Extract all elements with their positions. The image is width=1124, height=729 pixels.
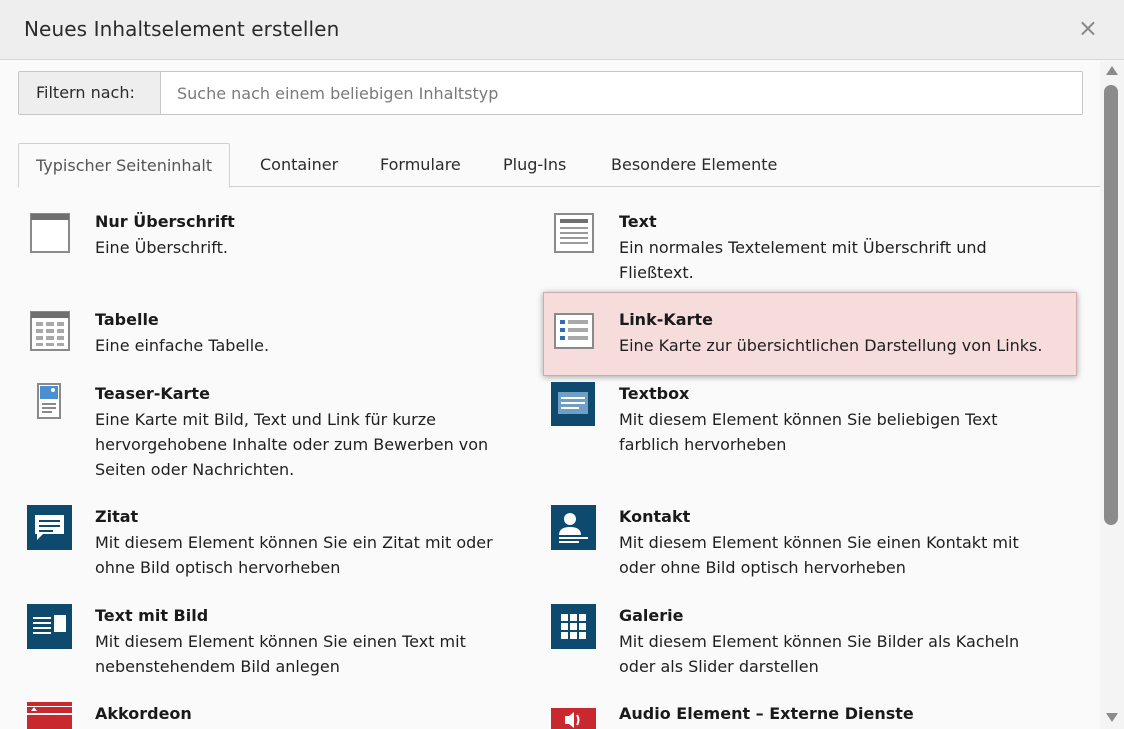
- tab-forms[interactable]: Formulare: [380, 143, 461, 187]
- content-type-quote[interactable]: Zitat Mit diesem Element können Sie ein …: [27, 505, 527, 585]
- content-type-teaser-card[interactable]: Teaser-Karte Eine Karte mit Bild, Text u…: [27, 382, 527, 482]
- item-description: Mit diesem Element können Sie ein Zitat …: [95, 533, 493, 577]
- teaser-card-icon: [37, 383, 61, 419]
- tab-container[interactable]: Container: [260, 143, 338, 187]
- content-type-header[interactable]: Nur Überschrift Eine Überschrift.: [27, 210, 527, 290]
- item-title: Nur Überschrift: [95, 212, 235, 231]
- modal-body: Filtern nach: Typischer Seiteninhalt Con…: [0, 61, 1100, 729]
- item-title: Teaser-Karte: [95, 384, 210, 403]
- content-type-contact[interactable]: Kontakt Mit diesem Element können Sie ei…: [551, 505, 1051, 585]
- table-icon: [30, 311, 70, 351]
- item-description: Eine einfache Tabelle.: [95, 336, 270, 355]
- item-title: Text: [619, 212, 657, 231]
- header-icon: [30, 213, 70, 253]
- text-icon: [554, 213, 594, 253]
- contact-icon: [551, 505, 596, 550]
- tab-plugins[interactable]: Plug-Ins: [503, 143, 566, 187]
- textbox-icon: [551, 382, 595, 426]
- item-description: Mit diesem Element können Sie einen Text…: [95, 632, 466, 676]
- accordion-icon: [27, 702, 72, 729]
- tab-typical-content[interactable]: Typischer Seiteninhalt: [18, 143, 231, 188]
- quote-icon: [27, 505, 72, 550]
- content-type-table[interactable]: Tabelle Eine einfache Tabelle.: [27, 308, 527, 368]
- item-title: Text mit Bild: [95, 606, 209, 625]
- item-description: Mit diesem Element können Sie beliebigen…: [619, 410, 998, 454]
- item-description: Ein normales Textelement mit Überschrift…: [619, 238, 987, 282]
- item-title: Galerie: [619, 606, 684, 625]
- scrollbar-thumb[interactable]: [1104, 85, 1118, 525]
- item-title: Kontakt: [619, 507, 691, 526]
- content-type-accordion[interactable]: Akkordeon: [27, 702, 527, 729]
- content-type-gallery[interactable]: Galerie Mit diesem Element können Sie Bi…: [551, 604, 1051, 684]
- item-title: Akkordeon: [95, 704, 192, 723]
- item-title: Tabelle: [95, 310, 159, 329]
- filter-row: Filtern nach:: [18, 71, 1083, 115]
- content-type-text[interactable]: Text Ein normales Textelement mit Übersc…: [551, 210, 1081, 290]
- content-type-audio[interactable]: Audio Element – Externe Dienste: [551, 702, 1071, 729]
- item-description: Eine Überschrift.: [95, 238, 228, 257]
- content-type-link-card[interactable]: Link-Karte Eine Karte zur übersichtliche…: [551, 308, 1071, 368]
- scroll-down-arrow-icon[interactable]: [1106, 713, 1118, 722]
- audio-icon: [551, 708, 596, 729]
- content-type-text-with-image[interactable]: Text mit Bild Mit diesem Element können …: [27, 604, 527, 684]
- content-type-textbox[interactable]: Textbox Mit diesem Element können Sie be…: [551, 382, 1051, 462]
- item-title: Zitat: [95, 507, 139, 526]
- modal-header: Neues Inhaltselement erstellen ×: [0, 0, 1124, 60]
- item-description: Eine Karte mit Bild, Text und Link für k…: [95, 410, 489, 479]
- item-description: Mit diesem Element können Sie Bilder als…: [619, 632, 1020, 676]
- text-image-icon: [27, 604, 72, 649]
- tab-bar: Typischer Seiteninhalt Container Formula…: [18, 143, 1100, 188]
- item-title: Audio Element – Externe Dienste: [619, 704, 914, 723]
- item-title: Textbox: [619, 384, 690, 403]
- item-description: Mit diesem Element können Sie einen Kont…: [619, 533, 1019, 577]
- scroll-up-arrow-icon[interactable]: [1106, 66, 1118, 75]
- gallery-icon: [551, 604, 596, 649]
- tab-special-elements[interactable]: Besondere Elemente: [611, 143, 777, 187]
- scrollbar[interactable]: [1100, 61, 1124, 729]
- search-input[interactable]: [161, 72, 1082, 114]
- filter-label: Filtern nach:: [19, 72, 161, 114]
- modal-title: Neues Inhaltselement erstellen: [24, 17, 340, 41]
- link-list-icon: [554, 313, 594, 349]
- item-title: Link-Karte: [619, 310, 713, 329]
- close-button[interactable]: ×: [1078, 16, 1098, 40]
- item-description: Eine Karte zur übersichtlichen Darstellu…: [619, 336, 1043, 355]
